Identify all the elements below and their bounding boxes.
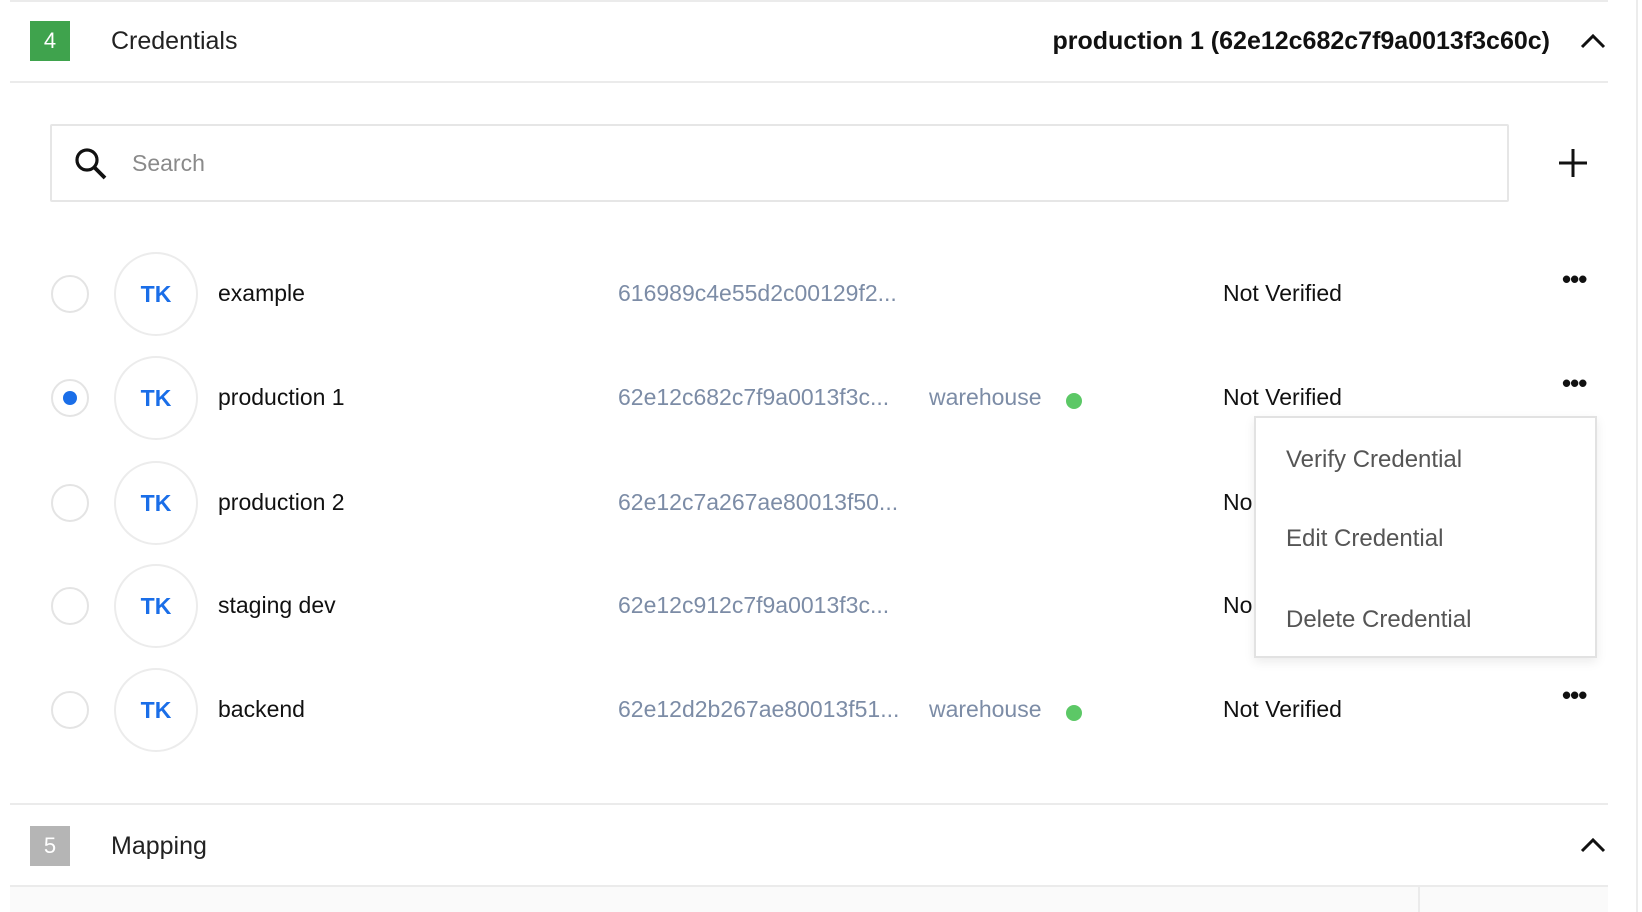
avatar: TK [114, 252, 198, 336]
search-icon [75, 148, 107, 180]
credential-tag: warehouse [929, 696, 1042, 722]
status-dot-icon [1066, 705, 1082, 721]
more-options-icon[interactable]: ••• [1562, 266, 1594, 294]
avatar: TK [114, 356, 198, 440]
mapping-content [10, 887, 1608, 912]
chevron-up-icon[interactable] [1580, 33, 1606, 49]
step-badge: 4 [30, 21, 70, 61]
section-title: Mapping [111, 832, 207, 860]
section-title: Credentials [111, 27, 238, 55]
top-divider [10, 0, 1608, 2]
verification-status: Not Verified [1223, 384, 1342, 410]
verification-status: Not Verified [1223, 696, 1342, 722]
credential-row[interactable]: TK example 616989c4e55d2c00129f2... Not V… [0, 244, 1642, 344]
avatar: TK [114, 461, 198, 545]
credential-row[interactable]: TK backend 62e12d2b267ae80013f51... wareh… [0, 660, 1642, 760]
credential-id: 62e12d2b267ae80013f51... [618, 696, 900, 722]
select-radio[interactable] [51, 484, 89, 522]
header-divider [10, 81, 1608, 83]
credential-name: staging dev [218, 592, 336, 618]
menu-item-delete-credential[interactable]: Delete Credential [1286, 606, 1471, 634]
step-badge: 5 [30, 826, 70, 866]
credential-name: production 2 [218, 489, 345, 515]
verification-status: No [1223, 592, 1253, 618]
menu-item-edit-credential[interactable]: Edit Credential [1286, 525, 1443, 553]
credential-id: 62e12c912c7f9a0013f3c... [618, 592, 890, 618]
add-credential-button[interactable] [1558, 148, 1588, 178]
mapping-column-divider [1418, 887, 1420, 912]
select-radio[interactable] [51, 587, 89, 625]
chevron-up-icon[interactable] [1580, 837, 1606, 853]
avatar: TK [114, 564, 198, 648]
radio-selected-dot [63, 391, 77, 405]
selected-credential-summary: production 1 (62e12c682c7f9a0013f3c60c) [1052, 27, 1550, 55]
credential-tag: warehouse [929, 384, 1042, 410]
search-box[interactable] [50, 124, 1509, 202]
mapping-divider [10, 803, 1608, 805]
credential-id: 62e12c7a267ae80013f50... [618, 489, 899, 515]
search-input[interactable] [132, 126, 1432, 200]
more-options-icon[interactable]: ••• [1562, 370, 1594, 398]
more-options-icon[interactable]: ••• [1562, 682, 1594, 710]
verification-status: Not Verified [1223, 280, 1342, 306]
avatar: TK [114, 668, 198, 752]
verification-status: No [1223, 489, 1253, 515]
select-radio[interactable] [51, 379, 89, 417]
credential-id: 62e12c682c7f9a0013f3c... [618, 384, 890, 410]
select-radio[interactable] [51, 275, 89, 313]
credential-name: backend [218, 696, 305, 722]
credential-context-menu: Verify Credential Edit Credential Delete… [1254, 416, 1597, 658]
credential-id: 616989c4e55d2c00129f2... [618, 280, 897, 306]
credential-name: example [218, 280, 305, 306]
menu-item-verify-credential[interactable]: Verify Credential [1286, 446, 1462, 474]
select-radio[interactable] [51, 691, 89, 729]
credential-name: production 1 [218, 384, 345, 410]
status-dot-icon [1066, 393, 1082, 409]
